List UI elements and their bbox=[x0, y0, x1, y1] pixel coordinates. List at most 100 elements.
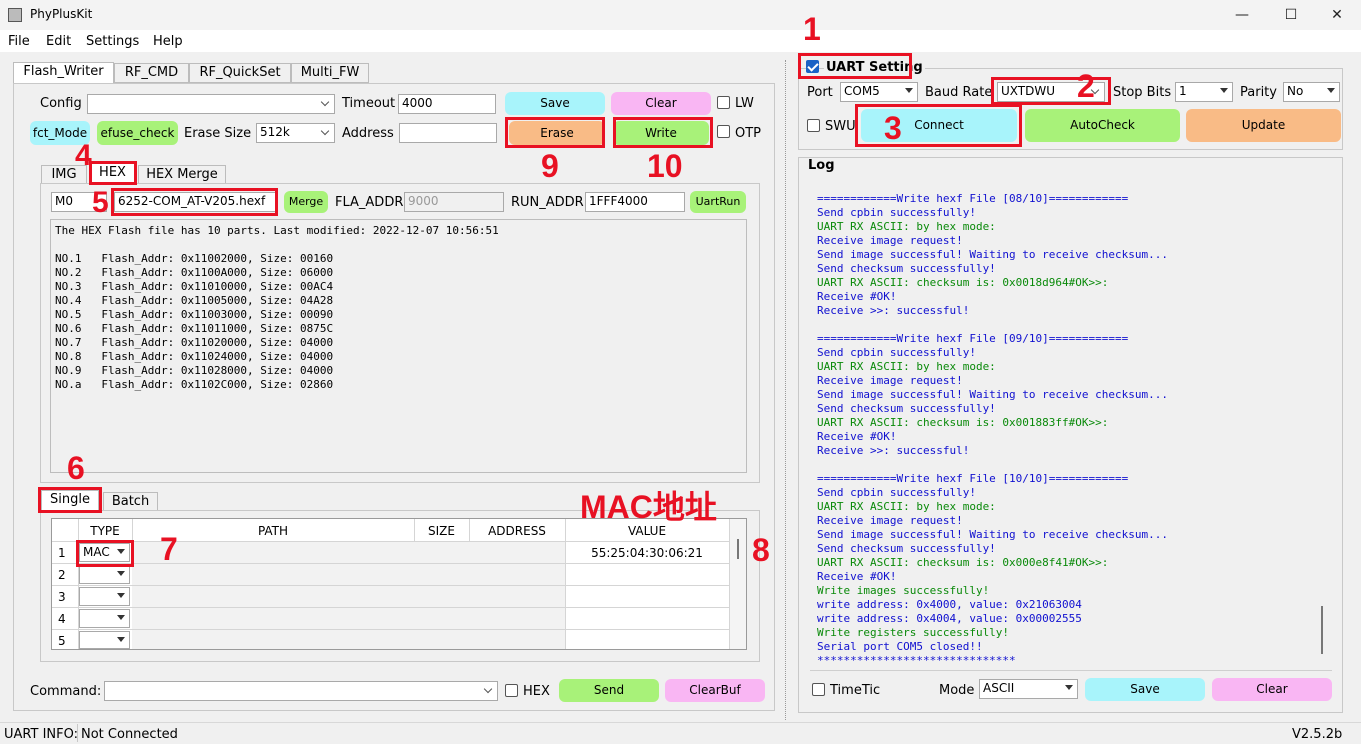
clearbuf-button[interactable]: ClearBuf bbox=[665, 679, 765, 702]
port-label: Port bbox=[807, 85, 833, 100]
dropdown-arrow-icon bbox=[1327, 88, 1335, 93]
hex-info-line: NO.6 Flash_Addr: 0x11011000, Size: 0875C bbox=[55, 322, 334, 335]
size-cell[interactable] bbox=[414, 542, 469, 563]
efuse-check-button[interactable]: efuse_check bbox=[97, 121, 178, 145]
minimize-button[interactable]: — bbox=[1222, 4, 1262, 26]
dropdown-arrow-icon bbox=[117, 615, 125, 620]
command-label: Command: bbox=[30, 684, 102, 699]
log-text-area[interactable]: ============Write hexf File [08/10]=====… bbox=[810, 190, 1332, 671]
address-cell[interactable] bbox=[469, 542, 565, 563]
log-line: Send checksum successfully! bbox=[817, 542, 996, 555]
table-scrollbar[interactable] bbox=[730, 519, 746, 649]
table-row: 2 bbox=[52, 564, 729, 586]
erase-size-combo[interactable]: 512k bbox=[256, 123, 335, 143]
maximize-button[interactable]: ☐ bbox=[1271, 4, 1311, 26]
type-combo[interactable] bbox=[79, 631, 130, 649]
hex-info-line: NO.1 Flash_Addr: 0x11002000, Size: 00160 bbox=[55, 252, 334, 265]
row-number: 2 bbox=[58, 568, 66, 582]
uart-info-label: UART INFO: bbox=[4, 727, 78, 742]
clear-config-button[interactable]: Clear bbox=[611, 92, 711, 115]
menu-file[interactable]: File bbox=[8, 34, 30, 49]
log-line: UART RX ASCII: checksum is: 0x000e8f41#O… bbox=[817, 556, 1109, 569]
port-combo[interactable]: COM5 bbox=[840, 82, 918, 102]
tab-multi-fw[interactable]: Multi_FW bbox=[291, 63, 369, 83]
menu-settings[interactable]: Settings bbox=[86, 34, 139, 49]
title-bar: PhyPlusKit — ☐ ✕ bbox=[0, 0, 1361, 30]
hex-info-text: The HEX Flash file has 10 parts. Last mo… bbox=[55, 224, 499, 392]
lw-checkbox[interactable] bbox=[717, 96, 730, 109]
update-button[interactable]: Update bbox=[1186, 109, 1341, 142]
value-cell[interactable]: 55:25:04:30:06:21 bbox=[565, 546, 729, 560]
annotation-number: 3 bbox=[884, 110, 902, 146]
autocheck-button[interactable]: AutoCheck bbox=[1025, 109, 1180, 142]
log-line: Send cpbin successfully! bbox=[817, 206, 976, 219]
log-clear-button[interactable]: Clear bbox=[1212, 678, 1332, 701]
row-cells[interactable] bbox=[132, 608, 565, 629]
log-mode-combo[interactable]: ASCII bbox=[979, 679, 1078, 699]
row-cells[interactable] bbox=[132, 564, 565, 585]
command-combo[interactable] bbox=[104, 681, 498, 701]
uartrun-button[interactable]: UartRun bbox=[690, 191, 746, 213]
baud-rate-label: Baud Rate bbox=[925, 85, 993, 100]
type-combo[interactable] bbox=[79, 587, 130, 606]
config-label: Config bbox=[40, 96, 82, 111]
merge-button[interactable]: Merge bbox=[284, 191, 328, 213]
log-line: UART RX ASCII: by hex mode: bbox=[817, 220, 996, 233]
row-cells[interactable] bbox=[132, 630, 565, 649]
log-mode-label: Mode bbox=[939, 683, 975, 698]
run-addr-input[interactable]: 1FFF4000 bbox=[585, 192, 685, 212]
row-number: 1 bbox=[58, 546, 66, 560]
log-text: ============Write hexf File [08/10]=====… bbox=[817, 192, 1168, 668]
address-label: Address bbox=[342, 126, 394, 141]
tab-batch[interactable]: Batch bbox=[103, 492, 158, 511]
hex-info-line bbox=[55, 238, 499, 252]
tab-flash-writer[interactable]: Flash_Writer bbox=[13, 62, 114, 84]
type-combo[interactable] bbox=[79, 565, 130, 584]
close-button[interactable]: ✕ bbox=[1317, 4, 1357, 26]
row-cells[interactable] bbox=[132, 586, 565, 607]
type-combo[interactable] bbox=[79, 609, 130, 628]
hex-info-line: NO.5 Flash_Addr: 0x11003000, Size: 00090 bbox=[55, 308, 334, 321]
dropdown-arrow-icon bbox=[1220, 88, 1228, 93]
run-addr-label: RUN_ADDR bbox=[511, 195, 584, 210]
swu-checkbox[interactable] bbox=[807, 119, 820, 132]
send-button[interactable]: Send bbox=[559, 679, 659, 702]
subtab-hex-merge[interactable]: HEX Merge bbox=[138, 165, 226, 184]
erase-size-label: Erase Size bbox=[184, 126, 252, 141]
address-input[interactable] bbox=[399, 123, 497, 143]
log-line: Receive #OK! bbox=[817, 290, 897, 303]
annotation-box-type-combo bbox=[76, 540, 134, 567]
log-line: UART RX ASCII: by hex mode: bbox=[817, 360, 996, 373]
hex-checkbox[interactable] bbox=[505, 684, 518, 697]
save-config-button[interactable]: Save bbox=[505, 92, 605, 115]
fla-addr-input[interactable]: 9000 bbox=[404, 192, 504, 212]
scrollbar-thumb[interactable] bbox=[737, 539, 739, 559]
otp-checkbox[interactable] bbox=[717, 125, 730, 138]
annotation-number: 7 bbox=[160, 531, 178, 567]
timeout-input[interactable]: 4000 bbox=[398, 94, 496, 114]
timetic-checkbox[interactable] bbox=[812, 683, 825, 696]
menu-edit[interactable]: Edit bbox=[46, 34, 71, 49]
log-line: Receive >>: successful! bbox=[817, 304, 970, 317]
hex-info-line: NO.2 Flash_Addr: 0x1100A000, Size: 06000 bbox=[55, 266, 334, 279]
dropdown-arrow-icon bbox=[1065, 685, 1073, 690]
menu-help[interactable]: Help bbox=[153, 34, 183, 49]
otp-label: OTP bbox=[735, 126, 762, 141]
dropdown-arrow-icon bbox=[905, 88, 913, 93]
tab-rf-cmd[interactable]: RF_CMD bbox=[114, 63, 189, 83]
splitter[interactable] bbox=[785, 60, 787, 720]
log-save-button[interactable]: Save bbox=[1085, 678, 1205, 701]
stop-bits-combo[interactable]: 1 bbox=[1175, 82, 1233, 102]
parity-combo[interactable]: No bbox=[1283, 82, 1340, 102]
log-scrollbar-thumb[interactable] bbox=[1321, 606, 1323, 654]
uart-info-value: Not Connected bbox=[81, 727, 178, 742]
log-line: ============Write hexf File [08/10]=====… bbox=[817, 192, 1129, 205]
annotation-number: 6 bbox=[67, 450, 85, 486]
config-combo[interactable] bbox=[87, 94, 335, 114]
hex-info-line: NO.3 Flash_Addr: 0x11010000, Size: 00AC4 bbox=[55, 280, 334, 293]
dropdown-arrow-icon bbox=[117, 637, 125, 642]
hex-info-area: The HEX Flash file has 10 parts. Last mo… bbox=[50, 219, 747, 473]
version-label: V2.5.2b bbox=[1292, 727, 1343, 742]
tab-rf-quickset[interactable]: RF_QuickSet bbox=[189, 63, 291, 83]
log-line: UART RX ASCII: checksum is: 0x001883ff#O… bbox=[817, 416, 1109, 429]
